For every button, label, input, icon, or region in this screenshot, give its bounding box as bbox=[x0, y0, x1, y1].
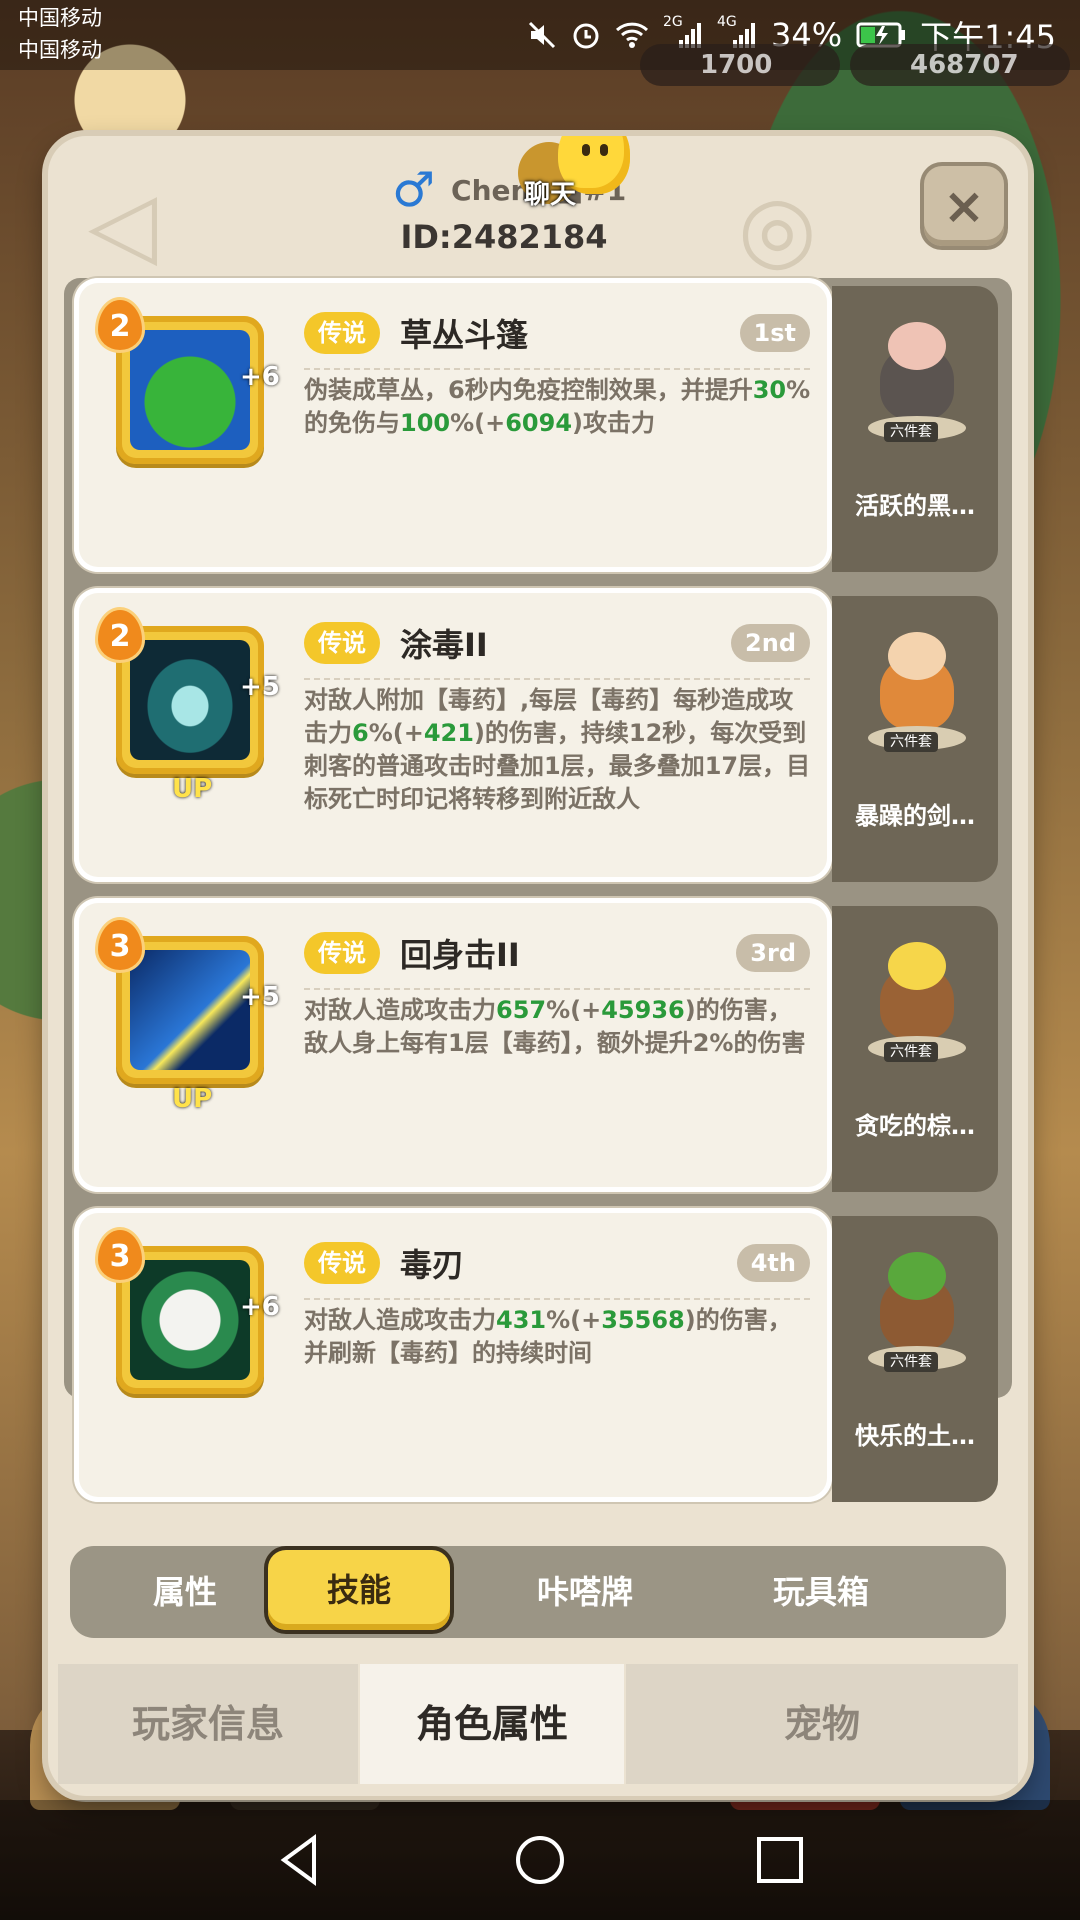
male-gender-icon: ♂ bbox=[392, 162, 436, 218]
tab-player-info[interactable]: 玩家信息 bbox=[58, 1664, 358, 1784]
set-tag: 六件套 bbox=[884, 1042, 938, 1062]
set-name: 暴躁的剑… bbox=[855, 802, 975, 830]
skill-card[interactable]: +5 UP 3 传说 回身击II 3rd 对敌人造成攻击力657%(+45936… bbox=[74, 898, 832, 1192]
set-name: 贪吃的棕… bbox=[855, 1112, 975, 1140]
figure-head bbox=[888, 1252, 946, 1300]
carrier-2: 中国移动 bbox=[18, 38, 102, 62]
player-id: ID:2482184 bbox=[400, 218, 608, 256]
skill-name: 草丛斗篷 bbox=[400, 316, 529, 354]
skills-list: +6 2 传说 草丛斗篷 1st 伪装成草丛，6秒内免疫控制效果，并提升30%的… bbox=[64, 278, 1012, 1502]
rarity-tag: 传说 bbox=[304, 932, 380, 974]
divider bbox=[304, 368, 810, 370]
set-panel[interactable]: 六件套 贪吃的棕… bbox=[832, 906, 998, 1192]
subtab-cards[interactable]: 咔嗒牌 bbox=[470, 1546, 700, 1638]
chat-button[interactable]: 聊天 bbox=[518, 136, 638, 224]
player-info-dialog: ◁ ◎ ♂ Chen■■#1 聊天 ID:2482184 × +6 2 传说 草… bbox=[48, 136, 1028, 1796]
main-tabs: 玩家信息 角色属性 宠物 bbox=[58, 1664, 1018, 1784]
rank-badge: 2nd bbox=[731, 624, 810, 662]
sub-tabs: 属性 技能 咔嗒牌 玩具箱 bbox=[70, 1546, 1006, 1638]
mute-icon bbox=[527, 20, 557, 50]
rarity-tag: 传说 bbox=[304, 622, 380, 664]
close-button[interactable]: × bbox=[924, 166, 1004, 246]
rarity-tag: 传说 bbox=[304, 1242, 380, 1284]
hud-coins-1[interactable]: 1700 bbox=[640, 44, 840, 86]
skill-plus: +6 bbox=[240, 362, 280, 392]
set-name: 活跃的黑… bbox=[855, 492, 975, 520]
alarm-icon bbox=[571, 20, 601, 50]
skill-row[interactable]: +5 UP 2 传说 涂毒II 2nd 对敌人附加【毒药】,每层【毒药】每秒造成… bbox=[64, 588, 1012, 882]
skill-plus: +5 bbox=[240, 982, 280, 1012]
divider bbox=[304, 988, 810, 990]
skill-level: 2 bbox=[98, 610, 142, 660]
hud-coins-2[interactable]: 468707 bbox=[850, 44, 1070, 86]
skill-card[interactable]: +6 2 传说 草丛斗篷 1st 伪装成草丛，6秒内免疫控制效果，并提升30%的… bbox=[74, 278, 832, 572]
set-tag: 六件套 bbox=[884, 1352, 938, 1372]
poison-drop-icon bbox=[130, 640, 250, 760]
wifi-icon bbox=[615, 20, 649, 50]
skill-name: 毒刃 bbox=[400, 1246, 465, 1284]
skull-dagger-icon bbox=[130, 1260, 250, 1380]
skill-up-badge: UP bbox=[172, 1084, 213, 1114]
chat-bubble-eye-left bbox=[582, 144, 590, 156]
set-panel[interactable]: 六件套 快乐的土… bbox=[832, 1216, 998, 1502]
rank-badge: 1st bbox=[739, 314, 810, 352]
rank-badge: 3rd bbox=[736, 934, 810, 972]
skill-card[interactable]: +6 3 传说 毒刃 4th 对敌人造成攻击力431%(+35568)的伤害，并… bbox=[74, 1208, 832, 1502]
skill-card[interactable]: +5 UP 2 传说 涂毒II 2nd 对敌人附加【毒药】,每层【毒药】每秒造成… bbox=[74, 588, 832, 882]
back-icon[interactable] bbox=[270, 1830, 330, 1890]
skill-level: 3 bbox=[98, 1230, 142, 1280]
skill-description: 对敌人造成攻击力657%(+45936)的伤害，敌人身上每有1层【毒药】，额外提… bbox=[304, 996, 806, 1057]
skill-up-badge: UP bbox=[172, 774, 213, 804]
rank-badge: 4th bbox=[736, 1244, 810, 1282]
figure-head bbox=[888, 322, 946, 370]
skill-description: 对敌人附加【毒药】,每层【毒药】每秒造成攻击力6%(+421)的伤害，持续12秒… bbox=[304, 686, 811, 813]
skill-row[interactable]: +5 UP 3 传说 回身击II 3rd 对敌人造成攻击力657%(+45936… bbox=[64, 898, 1012, 1192]
set-name: 快乐的土… bbox=[855, 1422, 975, 1450]
slash-strike-icon bbox=[130, 950, 250, 1070]
home-icon[interactable] bbox=[510, 1830, 570, 1890]
divider bbox=[304, 1298, 810, 1300]
set-panel[interactable]: 六件套 活跃的黑… bbox=[832, 286, 998, 572]
rarity-tag: 传说 bbox=[304, 312, 380, 354]
tab-character-attributes[interactable]: 角色属性 bbox=[360, 1664, 624, 1784]
skill-name: 回身击II bbox=[400, 936, 520, 974]
skill-plus: +5 bbox=[240, 672, 280, 702]
figure-head bbox=[888, 942, 946, 990]
skill-plus: +6 bbox=[240, 1292, 280, 1322]
skill-name: 涂毒II bbox=[400, 626, 488, 664]
subtab-attributes[interactable]: 属性 bbox=[70, 1546, 300, 1638]
recents-icon[interactable] bbox=[750, 1830, 810, 1890]
set-tag: 六件套 bbox=[884, 732, 938, 752]
subtab-toybox[interactable]: 玩具箱 bbox=[706, 1546, 936, 1638]
skill-level: 2 bbox=[98, 300, 142, 350]
figure-head bbox=[888, 632, 946, 680]
skill-description: 对敌人造成攻击力431%(+35568)的伤害，并刷新【毒药】的持续时间 bbox=[304, 1306, 792, 1367]
skill-level: 3 bbox=[98, 920, 142, 970]
chat-label: 聊天 bbox=[524, 180, 577, 210]
skill-row[interactable]: +6 2 传说 草丛斗篷 1st 伪装成草丛，6秒内免疫控制效果，并提升30%的… bbox=[64, 278, 1012, 572]
set-panel[interactable]: 六件套 暴躁的剑… bbox=[832, 596, 998, 882]
grass-cloak-icon bbox=[130, 330, 250, 450]
subtab-skills[interactable]: 技能 bbox=[268, 1550, 450, 1630]
set-tag: 六件套 bbox=[884, 422, 938, 442]
tab-pets[interactable]: 宠物 bbox=[626, 1664, 1018, 1784]
divider bbox=[304, 678, 810, 680]
navigation-bar bbox=[0, 1800, 1080, 1920]
skill-row[interactable]: +6 3 传说 毒刃 4th 对敌人造成攻击力431%(+35568)的伤害，并… bbox=[64, 1208, 1012, 1502]
carrier-1: 中国移动 bbox=[18, 6, 102, 30]
chat-bubble-eye-right bbox=[600, 144, 608, 156]
skill-description: 伪装成草丛，6秒内免疫控制效果，并提升30%的免伤与100%(+6094)攻击力 bbox=[304, 376, 811, 437]
